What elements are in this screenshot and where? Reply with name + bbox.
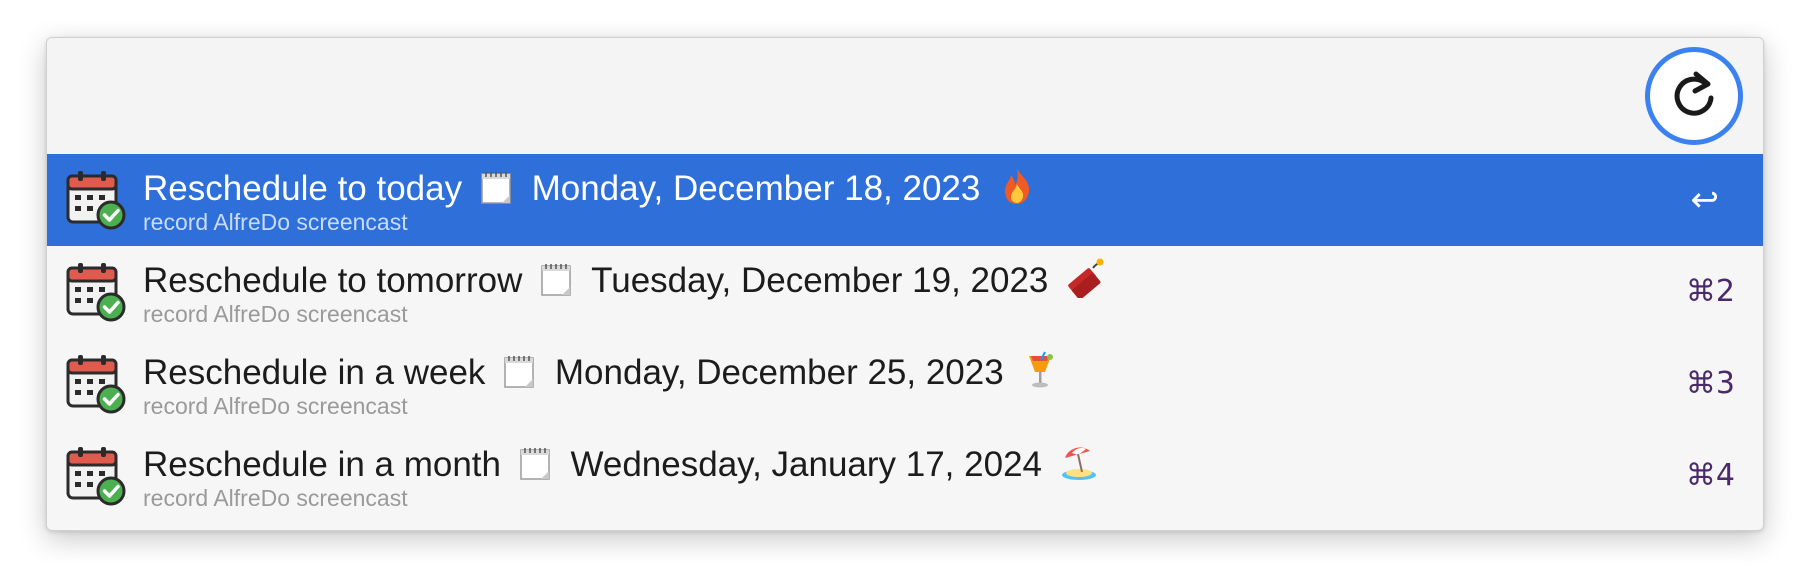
search-bar xyxy=(47,38,1763,154)
alfred-window: Reschedule to today Monday, December 18,… xyxy=(46,37,1764,531)
result-row-month[interactable]: Reschedule in a month Wednesday, January… xyxy=(47,430,1763,522)
refresh-button[interactable] xyxy=(1645,47,1743,145)
result-title-action: Reschedule to tomorrow xyxy=(143,261,523,300)
result-title-date: Monday, December 18, 2023 xyxy=(531,169,981,208)
shortcut-hint: ⌘4 xyxy=(1685,458,1735,493)
calendar-check-icon xyxy=(66,355,126,414)
result-row-today[interactable]: Reschedule to today Monday, December 18,… xyxy=(47,154,1763,246)
results-list: Reschedule to today Monday, December 18,… xyxy=(47,154,1763,522)
calendar-check-icon xyxy=(66,263,126,322)
fire-icon xyxy=(1005,168,1030,204)
tropical-drink-icon xyxy=(1029,351,1054,388)
spiral-calendar-icon xyxy=(541,264,571,296)
result-title: Reschedule in a month Wednesday, January… xyxy=(143,442,1098,487)
search-input[interactable] xyxy=(71,68,1635,126)
result-subtitle: record AlfreDo screencast xyxy=(143,301,408,327)
calendar-check-icon xyxy=(66,171,126,230)
shortcut-hint: ↩ xyxy=(1690,180,1720,220)
dynamite-icon xyxy=(1068,258,1104,298)
result-title: Reschedule in a week Monday, December 25… xyxy=(143,350,1059,395)
calendar-check-icon xyxy=(66,447,126,506)
result-title-date: Wednesday, January 17, 2024 xyxy=(570,445,1042,484)
result-row-tomorrow[interactable]: Reschedule to tomorrow Tuesday, December… xyxy=(47,246,1763,338)
beach-umbrella-icon xyxy=(1061,447,1096,480)
result-title-date: Monday, December 25, 2023 xyxy=(554,353,1004,392)
refresh-icon xyxy=(1674,71,1714,116)
result-title: Reschedule to tomorrow Tuesday, December… xyxy=(143,258,1104,303)
result-subtitle: record AlfreDo screencast xyxy=(143,209,408,235)
result-subtitle: record AlfreDo screencast xyxy=(143,393,408,419)
spiral-calendar-icon xyxy=(481,172,511,204)
result-title-action: Reschedule in a month xyxy=(143,445,501,484)
shortcut-hint: ⌘3 xyxy=(1685,366,1735,401)
result-subtitle: record AlfreDo screencast xyxy=(143,485,408,511)
result-row-week[interactable]: Reschedule in a week Monday, December 25… xyxy=(47,338,1763,430)
result-title-date: Tuesday, December 19, 2023 xyxy=(591,261,1049,300)
shortcut-hint: ⌘2 xyxy=(1685,274,1735,309)
result-title: Reschedule to today Monday, December 18,… xyxy=(143,166,1036,211)
result-title-action: Reschedule to today xyxy=(143,169,463,208)
result-title-action: Reschedule in a week xyxy=(143,353,486,392)
spiral-calendar-icon xyxy=(519,448,550,480)
spiral-calendar-icon xyxy=(504,356,534,388)
